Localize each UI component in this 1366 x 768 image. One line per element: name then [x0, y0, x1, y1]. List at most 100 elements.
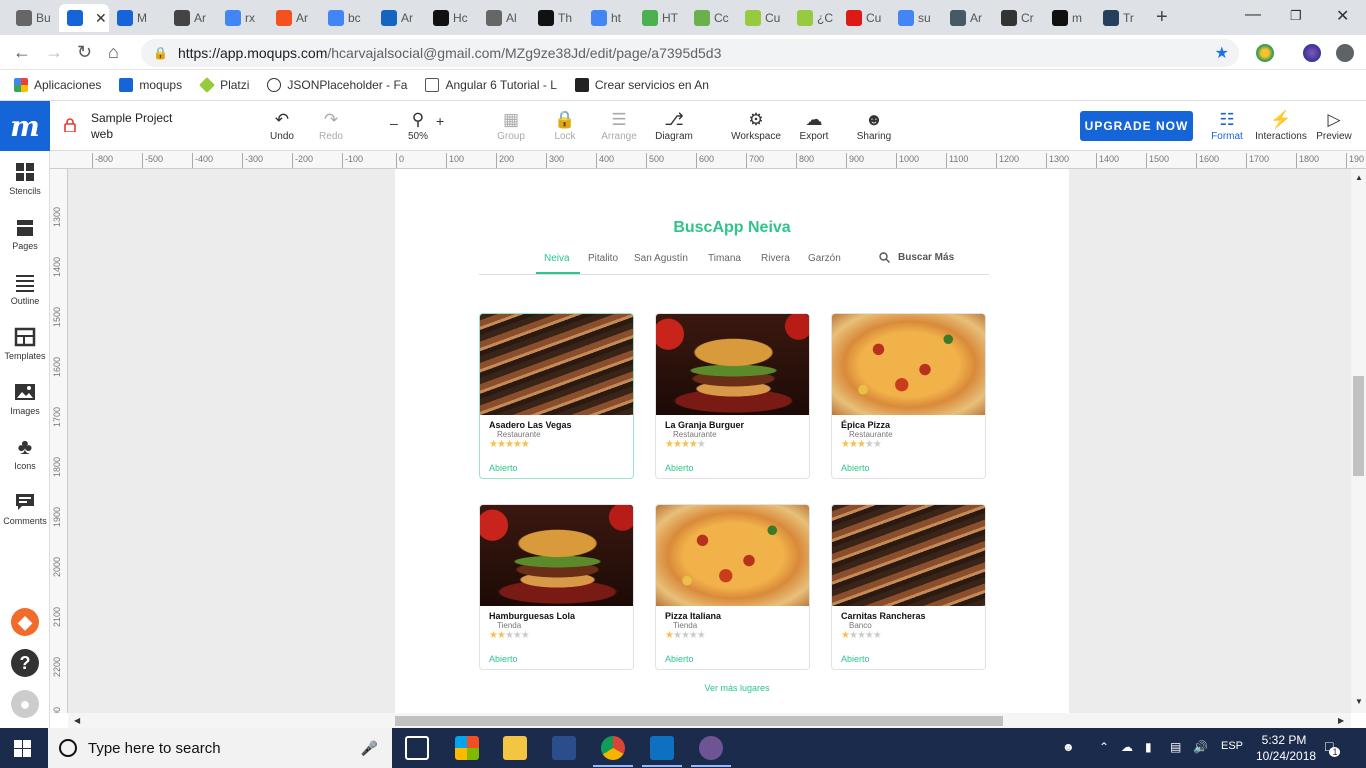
extension-icon[interactable]: [1256, 44, 1274, 62]
group-button[interactable]: ▦ Group: [481, 109, 541, 142]
place-card[interactable]: Épica Pizza Restaurante ★★★★★ Abierto: [831, 313, 986, 479]
task-view-icon[interactable]: [405, 736, 429, 760]
taskbar-clock[interactable]: 5:32 PM 10/24/2018: [1256, 732, 1316, 764]
network-icon[interactable]: ▤: [1170, 740, 1181, 754]
arrange-button[interactable]: ☰ Arrange: [589, 109, 649, 142]
browser-tab[interactable]: ¿C: [789, 4, 837, 32]
interactions-tab[interactable]: ⚡ Interactions: [1251, 109, 1311, 142]
browser-tab[interactable]: Cc: [686, 4, 734, 32]
nav-tab-neiva[interactable]: Neiva: [544, 253, 570, 264]
sharing-button[interactable]: ☻ Sharing: [844, 109, 904, 142]
forward-icon[interactable]: →: [45, 42, 63, 63]
workspace-button[interactable]: ⚙ Workspace: [726, 109, 786, 142]
chrome-icon[interactable]: [593, 736, 633, 767]
browser-tab[interactable]: Cu: [737, 4, 785, 32]
windows-start-icon[interactable]: [14, 740, 31, 757]
browser-tab[interactable]: Ar: [268, 4, 316, 32]
sidebar-item-stencils[interactable]: Stencils: [0, 161, 50, 196]
horizontal-scrollbar[interactable]: ◀ ▶: [68, 713, 1351, 728]
sidebar-item-pages[interactable]: Pages: [0, 216, 50, 251]
people-icon[interactable]: ☻: [1062, 740, 1075, 754]
nav-tab-pitalito[interactable]: Pitalito: [588, 253, 618, 264]
browser-tab[interactable]: su: [890, 4, 938, 32]
horizontal-scroll-thumb[interactable]: [395, 716, 1003, 726]
bookmark-star-icon[interactable]: ★: [1215, 43, 1229, 63]
restore-button[interactable]: ❐: [1290, 8, 1302, 24]
battery-icon[interactable]: ▮: [1145, 740, 1152, 754]
github-desktop-icon[interactable]: [691, 736, 731, 767]
upgrade-now-button[interactable]: UPGRADE NOW: [1080, 111, 1193, 141]
reload-icon[interactable]: ↻: [77, 42, 92, 63]
browser-tab[interactable]: HT: [634, 4, 682, 32]
user-avatar[interactable]: ●: [11, 690, 39, 718]
home-icon[interactable]: ⌂: [108, 42, 119, 63]
bookmark-crear-servicios[interactable]: Crear servicios en An: [574, 78, 709, 92]
powershell-icon[interactable]: [552, 736, 576, 760]
bookmark-moqups[interactable]: moqups: [119, 78, 182, 92]
design-canvas[interactable]: BuscApp Neiva Neiva Pitalito San Agustín…: [68, 169, 1351, 713]
browser-tab[interactable]: Bu: [8, 4, 56, 32]
search-more-button[interactable]: Buscar Más: [879, 252, 954, 263]
project-title[interactable]: Sample Project web: [91, 110, 172, 142]
action-center-icon[interactable]: □1: [1325, 738, 1344, 757]
scroll-up-icon[interactable]: ▲: [1355, 173, 1363, 182]
browser-tab[interactable]: Ar: [373, 4, 421, 32]
place-card[interactable]: Carnitas Rancheras Banco ★★★★★ Abierto: [831, 504, 986, 670]
microphone-icon[interactable]: 🎤: [361, 740, 378, 757]
bookmark-jsonplaceholder[interactable]: JSONPlaceholder - Fa: [267, 78, 407, 92]
browser-tab[interactable]: Al: [478, 4, 526, 32]
file-explorer-icon[interactable]: [503, 736, 527, 760]
export-button[interactable]: ☁ Export: [784, 109, 844, 142]
browser-tab[interactable]: bc: [320, 4, 368, 32]
profile-avatar[interactable]: [1303, 44, 1321, 62]
place-card[interactable]: Asadero Las Vegas Restaurante ★★★★★ Abierto: [479, 313, 634, 479]
vscode-icon[interactable]: [642, 736, 682, 767]
browser-tab[interactable]: ✕: [59, 4, 109, 32]
browser-tab[interactable]: Tr: [1095, 4, 1143, 32]
preview-button[interactable]: ▷ Preview: [1304, 109, 1364, 142]
nav-tab-timana[interactable]: Timana: [708, 253, 741, 264]
format-tab[interactable]: ☷ Format: [1197, 109, 1257, 142]
sidebar-item-images[interactable]: Images: [0, 381, 50, 416]
vertical-scrollbar[interactable]: ▲ ▼: [1351, 169, 1366, 713]
sidebar-item-templates[interactable]: Templates: [0, 326, 50, 361]
update-icon[interactable]: [1336, 44, 1354, 62]
store-icon[interactable]: [455, 736, 479, 760]
volume-icon[interactable]: 🔊: [1193, 740, 1208, 754]
bookmark-apps[interactable]: Aplicaciones: [14, 78, 101, 92]
browser-tab[interactable]: ht: [583, 4, 631, 32]
weather-icon[interactable]: ☁: [1121, 740, 1133, 754]
see-more-places-link[interactable]: Ver más lugares: [395, 683, 1079, 693]
lock-button[interactable]: 🔒 Lock: [535, 109, 595, 142]
address-bar[interactable]: 🔒 https://app.moqups.com/hcarvajalsocial…: [141, 39, 1239, 67]
bookmark-angular-tutorial[interactable]: Angular 6 Tutorial - L: [425, 78, 557, 92]
sidebar-item-outline[interactable]: Outline: [0, 271, 50, 306]
scroll-left-icon[interactable]: ◀: [74, 716, 80, 725]
language-indicator[interactable]: ESP: [1221, 740, 1243, 752]
redo-button[interactable]: ↷ Redo: [301, 109, 361, 142]
back-icon[interactable]: ←: [13, 42, 31, 63]
place-card[interactable]: Pizza Italiana Tienda ★★★★★ Abierto: [655, 504, 810, 670]
browser-tab[interactable]: M: [109, 4, 157, 32]
tray-expand-icon[interactable]: ⌃: [1099, 740, 1109, 754]
browser-tab[interactable]: Hc: [425, 4, 473, 32]
place-card[interactable]: La Granja Burguer Restaurante ★★★★★ Abierto: [655, 313, 810, 479]
browser-tab[interactable]: Th: [530, 4, 578, 32]
help-icon[interactable]: ?: [11, 649, 39, 677]
nav-tab-san-agustin[interactable]: San Agustín: [634, 253, 688, 264]
close-tab-icon[interactable]: ✕: [95, 10, 107, 27]
diagram-button[interactable]: ⎇ Diagram: [644, 109, 704, 142]
mockup-page[interactable]: BuscApp Neiva Neiva Pitalito San Agustín…: [395, 169, 1069, 713]
close-window-button[interactable]: ✕: [1336, 6, 1349, 26]
nav-tab-rivera[interactable]: Rivera: [761, 253, 790, 264]
bookmark-platzi[interactable]: Platzi: [199, 77, 249, 93]
new-tab-button[interactable]: +: [1156, 6, 1168, 29]
browser-tab[interactable]: Ar: [166, 4, 214, 32]
vertical-scroll-thumb[interactable]: [1353, 376, 1364, 476]
browser-tab[interactable]: rx: [217, 4, 265, 32]
browser-tab[interactable]: Ar: [942, 4, 990, 32]
project-lock-icon[interactable]: [64, 118, 76, 132]
moqups-logo[interactable]: m: [0, 101, 50, 151]
taskbar-search[interactable]: Type here to search 🎤: [48, 728, 392, 768]
sidebar-item-comments[interactable]: Comments: [0, 491, 50, 526]
